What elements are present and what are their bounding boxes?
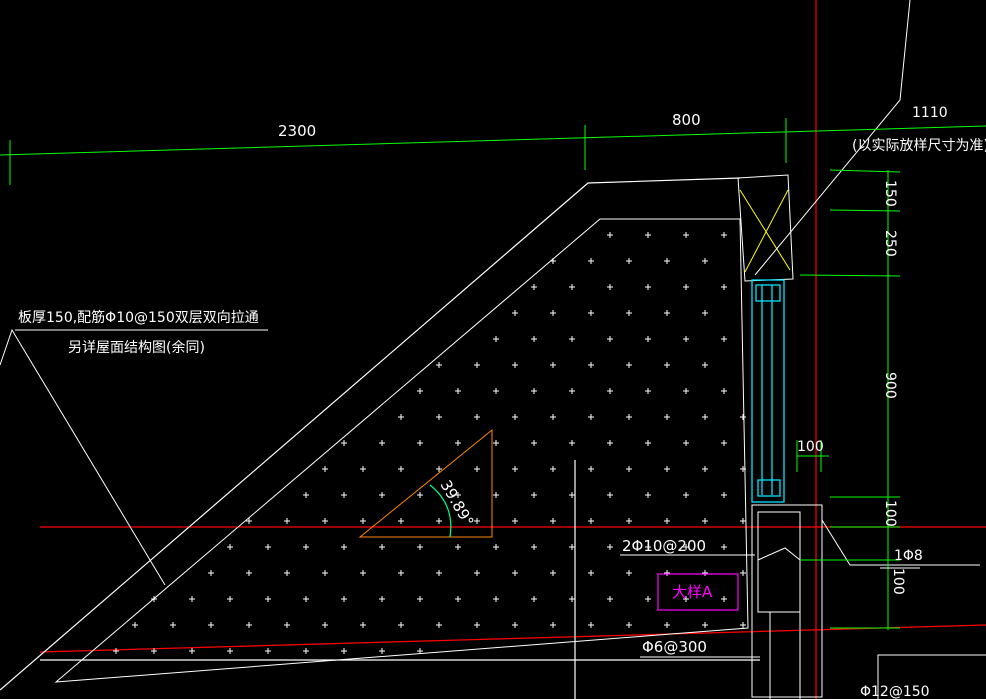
dim-label-100-a: 100 <box>882 500 898 527</box>
rebar-top-label: 2Φ10@200 <box>622 537 706 555</box>
dim-label-800: 800 <box>672 111 701 129</box>
slab-note-line2: 另详屋面结构图(余同) <box>68 339 205 356</box>
beam-detail <box>751 504 986 699</box>
rebar-corner-label: Φ12@150 <box>860 684 930 699</box>
detail-tag-label[interactable]: 大样A <box>672 583 713 601</box>
dim-label-2300: 2300 <box>278 122 316 140</box>
window-frame <box>751 279 785 503</box>
axis-horizontal-lower <box>39 624 986 653</box>
dim-label-900: 900 <box>882 372 898 399</box>
window-box-cross-a <box>739 189 791 271</box>
rebar-bottom-label: Φ6@300 <box>642 638 707 656</box>
dim-top-line <box>0 125 986 156</box>
dim-label-note: (以实际放样尺寸为准) <box>852 138 986 154</box>
slab-outer-outline <box>0 177 760 699</box>
window-box-leader-top <box>899 0 911 101</box>
window-box <box>737 174 794 282</box>
window-box-diag <box>754 99 901 276</box>
beam-outer <box>751 504 823 698</box>
slab-note-line1: 板厚150,配筋Φ10@150双层双向拉通 <box>18 309 259 326</box>
dimension-lines <box>0 118 986 630</box>
slab-outer-slope <box>0 177 741 691</box>
slab-hatch-region <box>54 218 749 683</box>
angle-label: 39.89° <box>437 477 478 530</box>
dim-label-100-b: 100 <box>890 568 906 595</box>
hatch-crosses <box>113 232 746 654</box>
window-box-cross-b <box>744 189 789 273</box>
dim-label-1110: 1110 <box>912 105 948 121</box>
dim-label-100-h: 100 <box>797 439 824 455</box>
rebar-right-label: 1Φ8 <box>894 548 923 564</box>
annotation-labels: 板厚150,配筋Φ10@150双层双向拉通 另详屋面结构图(余同) 39.89°… <box>18 309 930 699</box>
slab-inner-boundary <box>54 218 749 683</box>
window-frame-outer <box>751 279 785 503</box>
cad-drawing-canvas[interactable]: 2300 800 1110 (以实际放样尺寸为准) 150 250 900 10… <box>0 0 986 699</box>
dim-label-250: 250 <box>882 230 898 257</box>
dim-label-150: 150 <box>882 180 898 207</box>
